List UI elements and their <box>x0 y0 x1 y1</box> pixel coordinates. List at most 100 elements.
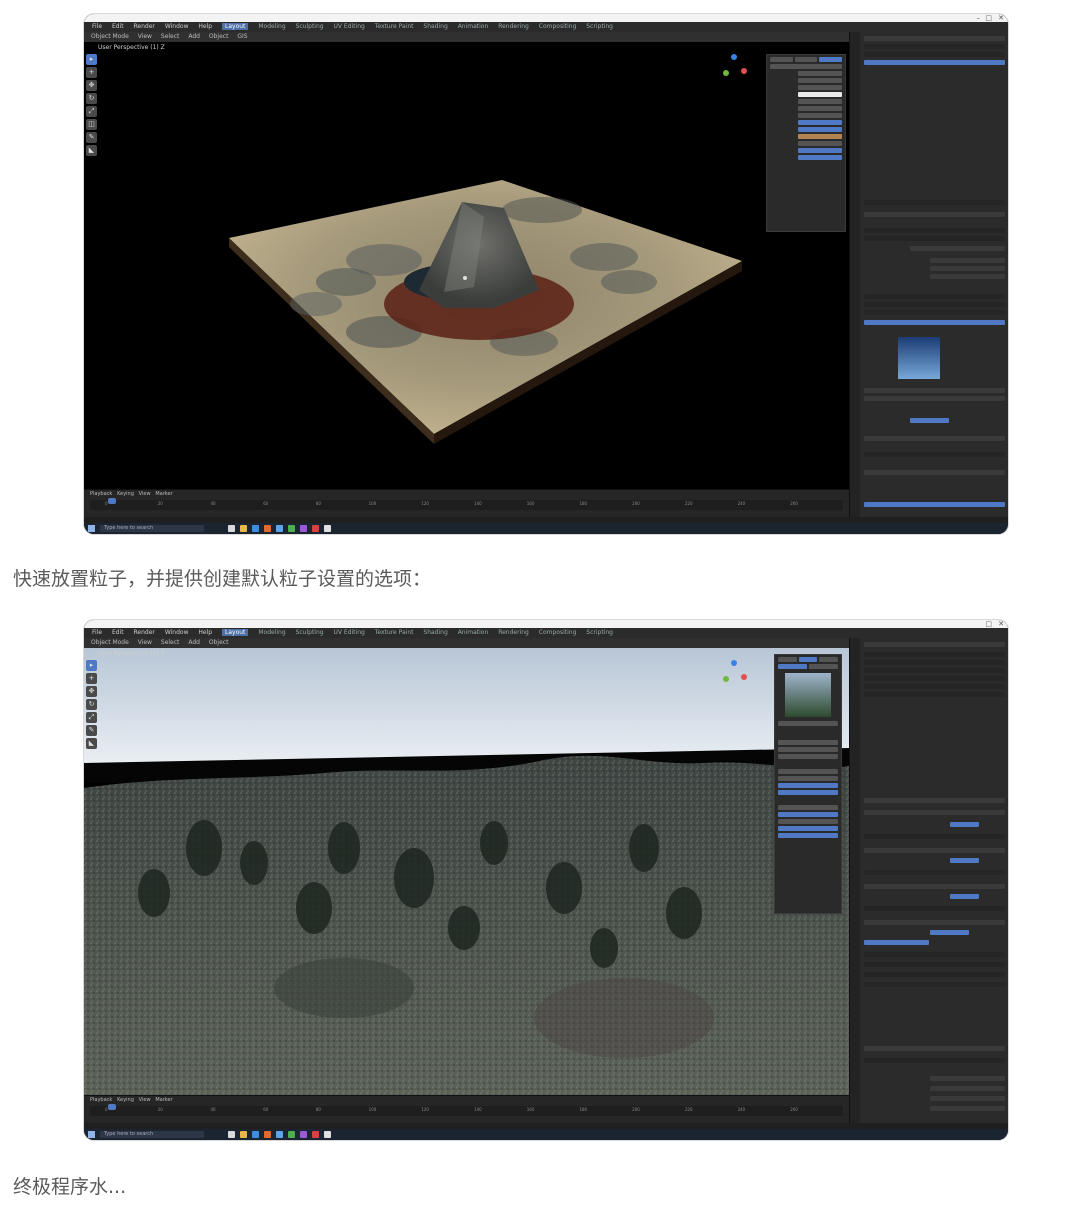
np-field[interactable] <box>778 664 807 669</box>
np-field[interactable] <box>778 747 838 752</box>
scale-tool-icon[interactable]: ⤢ <box>86 106 97 117</box>
tab-layout[interactable]: Layout <box>222 629 249 636</box>
outliner-row[interactable] <box>864 642 1005 647</box>
np-field[interactable] <box>778 776 838 781</box>
playhead[interactable] <box>108 1104 116 1110</box>
outliner-row[interactable] <box>864 660 1005 665</box>
timeline[interactable]: Playback Keying View Marker 0 20 40 60 8… <box>84 489 849 518</box>
tab-scripting[interactable]: Scripting <box>586 629 613 636</box>
np-field[interactable] <box>778 657 797 662</box>
properties-row-selected[interactable] <box>864 940 929 945</box>
close-icon[interactable]: ✕ <box>998 14 1004 22</box>
np-field[interactable] <box>798 141 842 146</box>
windows-start-icon[interactable] <box>88 525 95 532</box>
timeline-view[interactable]: View <box>139 1097 151 1103</box>
close-icon[interactable]: ✕ <box>998 620 1004 628</box>
task-view-icon[interactable] <box>228 525 235 532</box>
properties-row[interactable] <box>864 388 1005 393</box>
properties-row-selected[interactable] <box>864 502 1005 507</box>
header-object[interactable]: Object <box>209 639 229 646</box>
taskbar-search-box[interactable]: Type here to search <box>100 525 204 532</box>
properties-row[interactable] <box>930 1076 1005 1081</box>
np-color-field[interactable] <box>798 92 842 97</box>
properties-row[interactable] <box>864 212 1005 217</box>
timeline-playback[interactable]: Playback <box>90 491 112 497</box>
np-field[interactable] <box>798 71 842 76</box>
app-icon[interactable] <box>312 1131 319 1138</box>
properties-row-selected[interactable] <box>910 418 949 423</box>
tab-scripting[interactable]: Scripting <box>586 23 613 30</box>
properties-row[interactable] <box>864 436 1005 441</box>
np-field[interactable] <box>798 106 842 111</box>
app-icon[interactable] <box>288 525 295 532</box>
tab-animation[interactable]: Animation <box>458 629 489 636</box>
menu-edit[interactable]: Edit <box>112 23 124 30</box>
timeline-playback[interactable]: Playback <box>90 1097 112 1103</box>
properties-row[interactable] <box>864 470 1005 475</box>
outliner-row[interactable] <box>864 668 1005 673</box>
properties-row-selected[interactable] <box>950 822 979 827</box>
annotate-tool-icon[interactable]: ✎ <box>86 725 97 736</box>
properties-row[interactable] <box>910 246 1005 251</box>
np-field[interactable] <box>778 721 838 726</box>
rotate-tool-icon[interactable]: ↻ <box>86 699 97 710</box>
blender-icon[interactable] <box>264 1131 271 1138</box>
tab-rendering[interactable]: Rendering <box>498 23 529 30</box>
tab-animation[interactable]: Animation <box>458 23 489 30</box>
properties-row[interactable] <box>864 228 1005 233</box>
tab-compositing[interactable]: Compositing <box>539 23 577 30</box>
mode-dropdown[interactable]: Object Mode <box>91 639 129 646</box>
menu-help[interactable]: Help <box>198 629 212 636</box>
properties-row[interactable] <box>864 906 1005 911</box>
np-field[interactable] <box>798 85 842 90</box>
app-icon[interactable] <box>276 525 283 532</box>
header-view[interactable]: View <box>138 639 152 646</box>
np-field[interactable] <box>798 113 842 118</box>
menu-window[interactable]: Window <box>165 23 189 30</box>
move-tool-icon[interactable]: ✥ <box>86 686 97 697</box>
timeline[interactable]: Playback Keying View Marker 0 20 40 60 8… <box>84 1095 849 1124</box>
navigation-gizmo[interactable] <box>719 660 749 690</box>
np-field[interactable] <box>778 812 838 817</box>
np-field[interactable] <box>778 783 838 788</box>
timeline-ruler[interactable]: 0 20 40 60 80 100 120 140 160 180 200 22… <box>90 500 843 510</box>
properties-row-selected[interactable] <box>930 930 969 935</box>
header-add[interactable]: Add <box>188 33 200 40</box>
header-select[interactable]: Select <box>161 33 180 40</box>
np-field[interactable] <box>770 64 842 69</box>
maximize-icon[interactable]: □ <box>985 14 992 22</box>
np-field[interactable] <box>794 57 818 62</box>
app-icon[interactable] <box>324 525 331 532</box>
y-axis-icon[interactable] <box>723 676 729 682</box>
cursor-tool-icon[interactable]: + <box>86 673 97 684</box>
properties-row[interactable] <box>930 1106 1005 1111</box>
app-icon[interactable] <box>300 525 307 532</box>
navigation-gizmo[interactable] <box>719 54 749 84</box>
np-field[interactable] <box>809 664 838 669</box>
properties-row[interactable] <box>864 294 1005 299</box>
properties-row[interactable] <box>864 962 1005 967</box>
outliner-row[interactable] <box>864 692 1005 697</box>
np-field[interactable] <box>778 769 838 774</box>
timeline-keying[interactable]: Keying <box>117 491 134 497</box>
tab-uv-editing[interactable]: UV Editing <box>334 23 365 30</box>
np-field[interactable] <box>770 57 793 62</box>
properties-row[interactable] <box>864 310 1005 315</box>
task-view-icon[interactable] <box>228 1131 235 1138</box>
outliner-row[interactable] <box>864 52 1005 57</box>
rotate-tool-icon[interactable]: ↻ <box>86 93 97 104</box>
properties-row[interactable] <box>930 1086 1005 1091</box>
header-view[interactable]: View <box>138 33 152 40</box>
menu-file[interactable]: File <box>92 23 102 30</box>
np-field[interactable] <box>778 819 838 824</box>
np-field[interactable] <box>798 78 842 83</box>
properties-row[interactable] <box>864 834 1005 839</box>
menu-render[interactable]: Render <box>134 23 155 30</box>
measure-tool-icon[interactable]: ◣ <box>86 738 97 749</box>
scale-tool-icon[interactable]: ⤢ <box>86 712 97 723</box>
header-gis[interactable]: GIS <box>237 33 247 40</box>
outliner-row[interactable] <box>864 684 1005 689</box>
np-field[interactable] <box>778 805 838 810</box>
outliner-row[interactable] <box>864 44 1005 49</box>
header-object[interactable]: Object <box>209 33 229 40</box>
